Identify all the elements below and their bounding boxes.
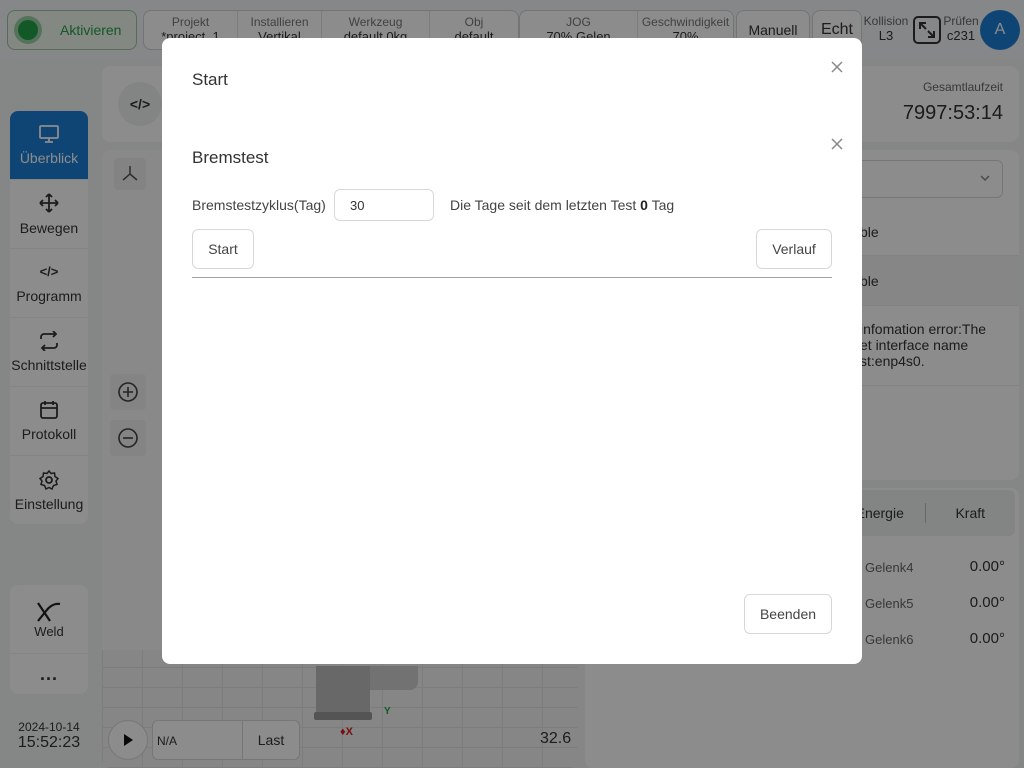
finish-button[interactable]: Beenden	[744, 594, 832, 634]
start-test-button[interactable]: Start	[192, 229, 254, 269]
days-count: 0	[640, 197, 648, 213]
days-since-text: Die Tage seit dem letzten Test 0 Tag	[450, 197, 675, 213]
brake-test-dialog: Bremstest Bremstestzyklus(Tag) Die Tage …	[162, 115, 862, 664]
close-icon[interactable]	[830, 137, 844, 151]
history-button[interactable]: Verlauf	[756, 229, 832, 269]
cycle-label: Bremstestzyklus(Tag)	[192, 197, 326, 213]
cycle-input[interactable]	[334, 189, 434, 221]
divider	[192, 277, 832, 278]
close-icon[interactable]	[830, 60, 844, 74]
dialog-title: Start	[192, 70, 228, 89]
dialog-title: Bremstest	[192, 148, 269, 167]
